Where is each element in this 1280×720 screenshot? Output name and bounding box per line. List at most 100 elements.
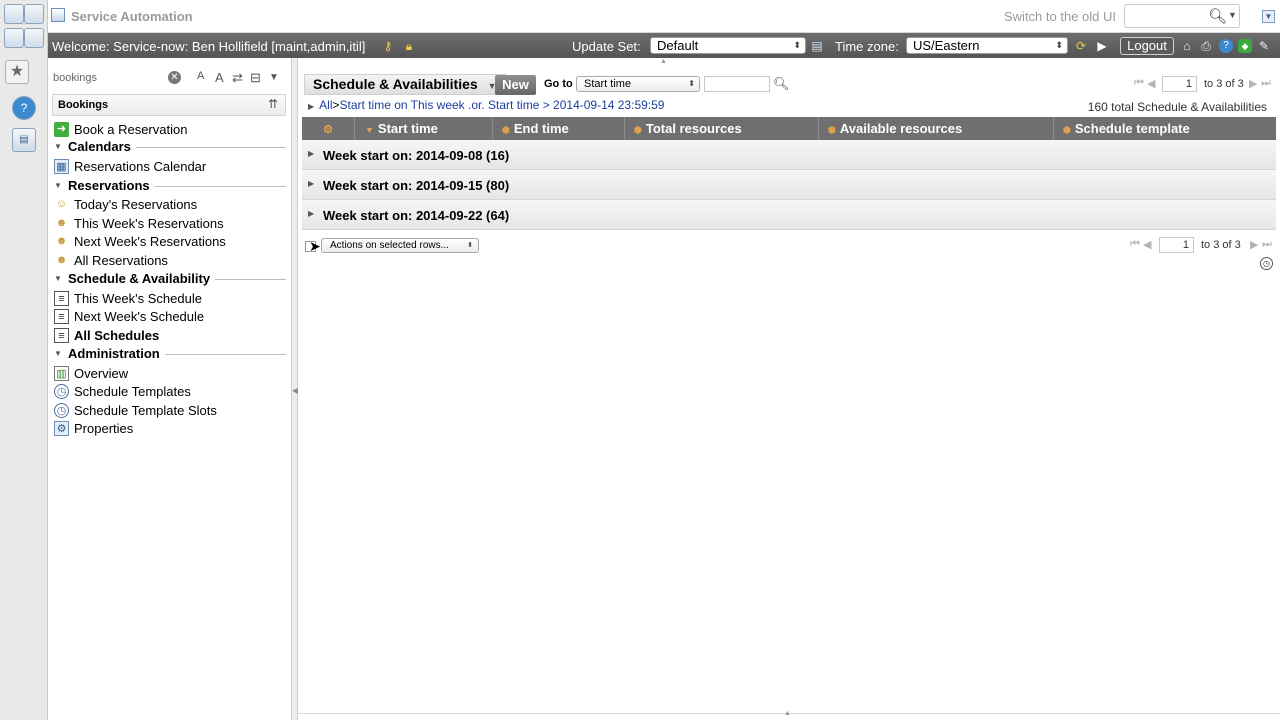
first-page-icon[interactable]: ⏮: [1134, 77, 1144, 90]
impersonate-key-icon[interactable]: ⚷: [381, 39, 395, 53]
column-menu-icon: ⬢: [828, 125, 836, 135]
column-header-total-resources[interactable]: ⬢ Total resources: [624, 117, 818, 140]
search-icon[interactable]: 🔍︎: [773, 76, 790, 92]
column-label: Total resources: [645, 121, 742, 136]
nav-item-label: All Reservations: [74, 253, 168, 268]
nav-section-administration[interactable]: ▼ Administration: [54, 345, 286, 363]
calendar-icon: ▦: [54, 159, 69, 174]
clear-filter-icon[interactable]: ✕: [168, 71, 181, 84]
print-icon[interactable]: ⎙: [1199, 39, 1213, 53]
nav-section-reservations[interactable]: ▼ Reservations: [54, 177, 286, 195]
search-icon[interactable]: 🔍︎: [1208, 7, 1227, 25]
nav-item-label: Properties: [74, 421, 134, 436]
first-page-icon[interactable]: ⏮: [1130, 238, 1140, 251]
toggle-left-icon[interactable]: [4, 4, 24, 24]
help-icon[interactable]: ?: [12, 96, 36, 120]
column-header-end-time[interactable]: ⬢ End time: [492, 117, 624, 140]
gear-icon[interactable]: ⚙: [323, 124, 333, 136]
chevron-right-icon[interactable]: ▶: [308, 149, 314, 158]
layout-split-icon[interactable]: [4, 28, 24, 48]
group-label: Week start on: 2014-09-22 (64): [323, 208, 510, 223]
last-page-icon[interactable]: ⏭: [1261, 77, 1271, 90]
column-label: Schedule template: [1074, 121, 1190, 136]
nav-section-calendars[interactable]: ▼ Calendars: [54, 138, 286, 156]
layout-rows-icon[interactable]: [24, 28, 44, 48]
breadcrumb-all-link[interactable]: All: [319, 98, 332, 112]
status-icon[interactable]: ◆: [1238, 39, 1252, 53]
chevron-down-icon: ▼: [54, 349, 62, 358]
people-icon: ☻: [55, 235, 68, 247]
lock-icon[interactable]: 🔒︎: [402, 39, 416, 53]
list-title-menu[interactable]: Schedule & Availabilities ▼: [304, 74, 506, 95]
nav-item-label: Overview: [74, 366, 129, 381]
person-icon: ☺: [55, 198, 68, 210]
refresh-icon[interactable]: ⟳: [1074, 39, 1088, 53]
sort-descending-icon: ▼: [365, 125, 374, 135]
list-title: Schedule & Availabilities: [313, 76, 478, 92]
navigator-filter-input[interactable]: [51, 70, 163, 86]
next-page-icon[interactable]: ▶: [1249, 77, 1257, 90]
logout-button[interactable]: Logout: [1120, 37, 1174, 55]
page-number-input[interactable]: 1: [1162, 76, 1197, 92]
column-label: Available resources: [839, 121, 963, 136]
total-record-count: 160 total Schedule & Availabilities: [1087, 100, 1267, 114]
goto-search-input[interactable]: [704, 76, 770, 92]
nav-section-label: Schedule & Availability: [68, 271, 216, 286]
next-page-icon[interactable]: ▶: [1250, 238, 1258, 251]
group-label: Week start on: 2014-09-15 (80): [323, 178, 510, 193]
people-icon: ☻: [55, 217, 68, 229]
nav-item-label: Next Week's Schedule: [74, 309, 205, 324]
goto-field-select[interactable]: Start time ⬍: [576, 76, 700, 92]
refresh-icon[interactable]: ⇄: [232, 70, 243, 86]
breadcrumb-filter-link[interactable]: Start time on This week .or. Start time …: [340, 98, 665, 112]
column-header-available-resources[interactable]: ⬢ Available resources: [818, 117, 1053, 140]
update-set-select[interactable]: Default ⬍: [650, 37, 806, 54]
group-row[interactable]: ▶ Week start on: 2014-09-15 (80): [302, 170, 1276, 200]
switch-old-ui-link[interactable]: Switch to the old UI: [1004, 9, 1116, 24]
welcome-banner: Welcome: Service-now: Ben Hollifield [ma…: [48, 33, 1280, 58]
mouse-pointer-icon: ➤: [309, 238, 321, 254]
page-number-input[interactable]: 1: [1159, 237, 1194, 253]
collapse-all-icon[interactable]: ⊟: [250, 70, 261, 86]
chevron-down-icon: ▼: [54, 142, 62, 151]
last-page-icon[interactable]: ⏭: [1262, 238, 1272, 251]
chevron-right-icon[interactable]: ▶: [308, 179, 314, 188]
new-button[interactable]: New: [495, 75, 536, 95]
people-icon: ☻: [55, 254, 68, 266]
font-larger-icon[interactable]: A: [215, 70, 224, 85]
update-set-list-icon[interactable]: ▤: [810, 39, 824, 53]
chevron-right-icon[interactable]: ▶: [308, 209, 314, 218]
nav-app-header[interactable]: Bookings ⇈: [52, 94, 286, 116]
actions-on-selected-rows-select[interactable]: Actions on selected rows... ⬍: [321, 238, 479, 253]
response-time-clock-icon[interactable]: ◷: [1260, 257, 1273, 270]
edit-pencil-icon[interactable]: ✎: [1257, 39, 1271, 53]
previous-page-icon[interactable]: ◀: [1147, 77, 1155, 90]
collapse-header-icon[interactable]: ▼: [1262, 10, 1275, 23]
help-icon[interactable]: ?: [1219, 39, 1233, 53]
column-header-start-time[interactable]: ▼ Start time: [354, 117, 492, 140]
nav-app-title: Bookings: [58, 99, 109, 111]
font-smaller-icon[interactable]: A: [197, 70, 204, 82]
collapse-up-icon[interactable]: ▲: [784, 710, 791, 717]
home-icon[interactable]: ⌂: [1180, 39, 1194, 53]
column-header-schedule-template[interactable]: ⬢ Schedule template: [1053, 117, 1276, 140]
column-label: End time: [513, 121, 569, 136]
history-document-icon[interactable]: ▤: [12, 128, 36, 152]
list-icon: ≡: [54, 309, 69, 324]
play-icon[interactable]: ▶: [1095, 39, 1109, 53]
column-options-cell[interactable]: ⚙: [302, 117, 354, 140]
toggle-top-icon[interactable]: [24, 4, 44, 24]
chevron-right-icon[interactable]: ▶: [308, 102, 314, 111]
collapse-up-icon[interactable]: ⇈: [268, 97, 278, 111]
group-row[interactable]: ▶ Week start on: 2014-09-22 (64): [302, 200, 1276, 230]
nav-section-schedule-availability[interactable]: ▼ Schedule & Availability: [54, 270, 286, 288]
favorites-star-icon[interactable]: ★: [5, 60, 29, 84]
chevron-down-icon[interactable]: ▼: [269, 72, 279, 83]
nav-item-label: Reservations Calendar: [74, 159, 207, 174]
previous-page-icon[interactable]: ◀: [1143, 238, 1151, 251]
page-range-text: to 3 of 3: [1204, 78, 1244, 90]
collapse-up-icon[interactable]: ▲: [660, 58, 667, 65]
timezone-select[interactable]: US/Eastern ⬍: [906, 37, 1068, 54]
chevron-down-icon[interactable]: ▼: [1228, 10, 1237, 20]
group-row[interactable]: ▶ Week start on: 2014-09-08 (16): [302, 140, 1276, 170]
